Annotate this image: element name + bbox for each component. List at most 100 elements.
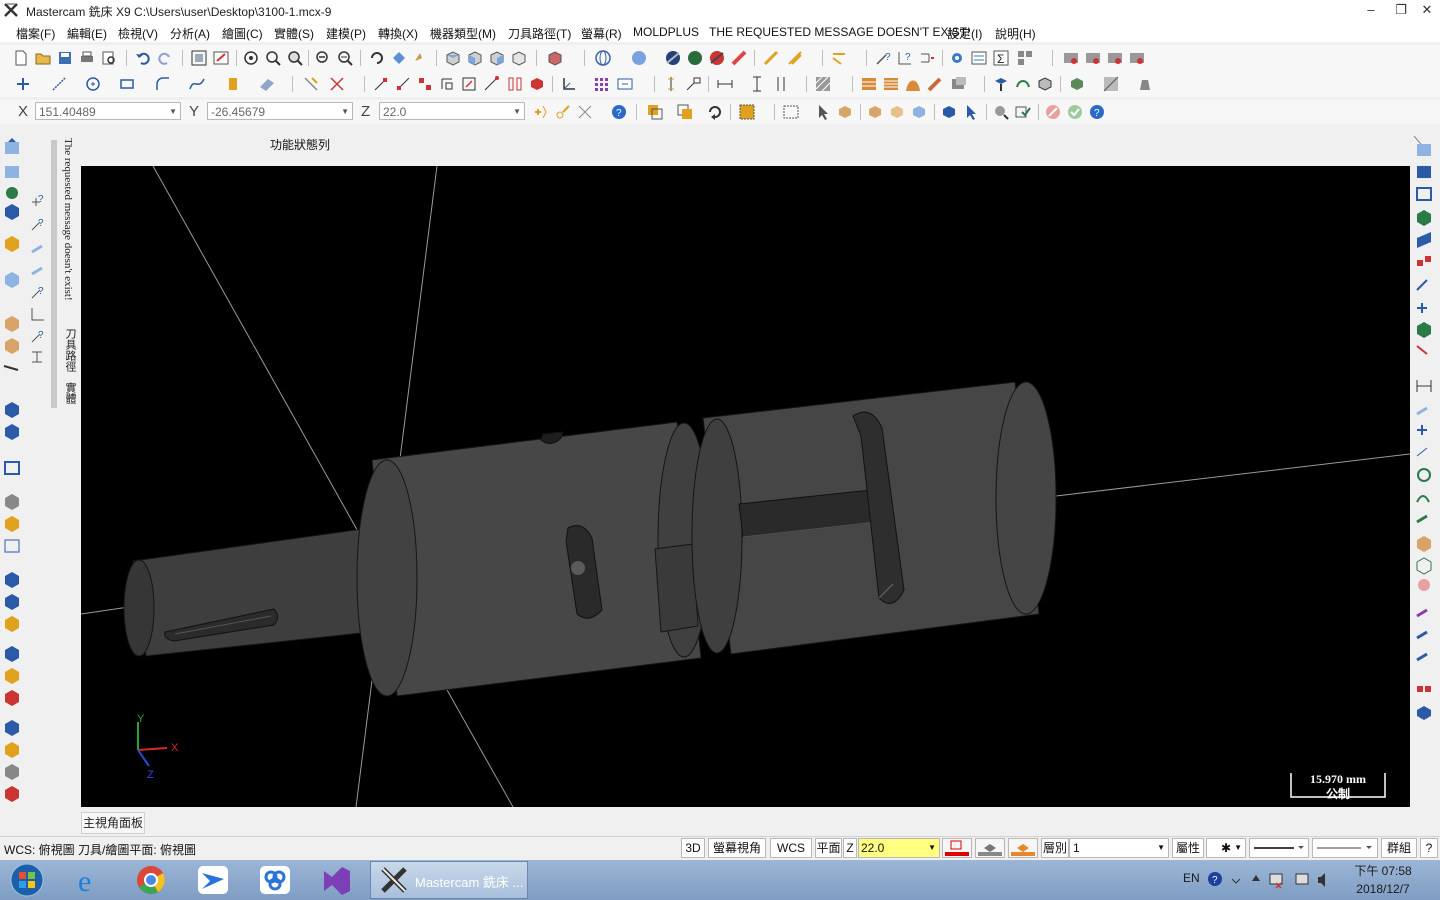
line-style-select[interactable] <box>1249 838 1309 858</box>
analyze-entity-icon[interactable]: ? <box>874 49 892 67</box>
menu-edit[interactable]: 編輯(E) <box>67 25 107 42</box>
dimension-note-icon[interactable] <box>684 75 702 93</box>
print-icon[interactable] <box>78 49 96 67</box>
stock-setup-icon[interactable] <box>1068 75 1086 93</box>
solid-face-icon[interactable] <box>866 103 884 121</box>
chrome-taskbar-button[interactable] <box>126 863 176 897</box>
view-top-icon[interactable] <box>444 49 462 67</box>
solid-layer-icon[interactable] <box>950 75 968 93</box>
save-icon[interactable] <box>56 49 74 67</box>
dimension-vertical-icon[interactable] <box>662 75 680 93</box>
machine-def-icon[interactable] <box>1062 49 1080 67</box>
new-file-icon[interactable] <box>12 49 30 67</box>
check-tool-icon[interactable] <box>830 49 848 67</box>
autocursor-icon[interactable] <box>554 103 572 121</box>
fit-icon[interactable] <box>190 49 208 67</box>
dimension-parallel-icon[interactable] <box>772 75 790 93</box>
grid-layout-icon[interactable] <box>1016 49 1034 67</box>
wcs-button[interactable]: WCS <box>770 838 812 858</box>
xform-project-icon[interactable] <box>528 75 546 93</box>
snap-x-icon[interactable] <box>576 103 594 121</box>
select-window-icon[interactable] <box>676 103 694 121</box>
solid-body-icon[interactable] <box>910 103 928 121</box>
line-tool-2-icon[interactable] <box>786 49 804 67</box>
analyze-distance-icon[interactable]: ? <box>896 49 914 67</box>
undo-icon[interactable] <box>134 49 152 67</box>
shaded-sphere-icon[interactable] <box>630 49 648 67</box>
select-chain-icon[interactable] <box>646 103 664 121</box>
pattern-grid-icon[interactable] <box>592 75 610 93</box>
settings-gear-icon[interactable] <box>948 49 966 67</box>
shading-icon[interactable] <box>546 49 564 67</box>
view-iso-icon[interactable] <box>510 49 528 67</box>
spline-icon[interactable] <box>188 75 206 93</box>
tab-missing-message[interactable]: The requested message doesn't exist! <box>62 138 74 301</box>
wireframe-sphere-icon[interactable] <box>594 49 612 67</box>
3d-button[interactable]: 3D <box>681 838 705 858</box>
select-box-icon[interactable] <box>782 103 800 121</box>
view-right-icon[interactable] <box>488 49 506 67</box>
select-all-icon[interactable] <box>738 103 756 121</box>
verify-check-icon[interactable] <box>1014 103 1032 121</box>
menu-settings[interactable]: 設定(I) <box>947 25 982 42</box>
machine-def-3-icon[interactable] <box>1106 49 1124 67</box>
layer-label[interactable]: 層別 <box>1041 838 1069 858</box>
view-front-icon[interactable] <box>466 49 484 67</box>
line-icon[interactable] <box>50 75 68 93</box>
refresh-icon[interactable] <box>706 103 724 121</box>
solid-edge-icon[interactable] <box>888 103 906 121</box>
menu-toolpaths[interactable]: 刀具路徑(T) <box>508 25 571 42</box>
layer-field[interactable]: 1 ▼ <box>1069 838 1169 858</box>
trim-icon[interactable] <box>302 75 320 93</box>
redo-icon[interactable] <box>156 49 174 67</box>
z-coordinate-input[interactable]: 22.0 ▼ <box>379 102 525 120</box>
cylinder-icon[interactable] <box>224 75 242 93</box>
xform-scale-icon[interactable] <box>460 75 478 93</box>
menu-moldplus[interactable]: MOLDPLUS <box>633 25 699 39</box>
view-sheet-icon[interactable] <box>616 75 634 93</box>
minimize-button[interactable]: – <box>1356 0 1386 22</box>
x-coordinate-input[interactable]: 151.40489 ▼ <box>35 102 181 120</box>
plane-button[interactable]: 平面 <box>815 838 842 858</box>
screen-view-button[interactable]: 螢幕視角 <box>708 838 766 858</box>
baidu-taskbar-button[interactable] <box>250 863 300 897</box>
shade-mode-2-icon[interactable] <box>686 49 704 67</box>
taskbar-clock[interactable]: 下午 07:58 2018/12/7 <box>1348 862 1418 898</box>
menu-file[interactable]: 檔案(F) <box>16 25 55 42</box>
y-coordinate-input[interactable]: -26.45679 ▼ <box>207 102 353 120</box>
attributes-button[interactable]: 屬性 <box>1172 838 1204 858</box>
language-indicator[interactable]: EN <box>1183 871 1200 885</box>
pen-icon[interactable] <box>926 75 944 93</box>
toolpath-pocket-icon[interactable] <box>1036 75 1054 93</box>
menu-analyze[interactable]: 分析(A) <box>170 25 210 42</box>
menu-model[interactable]: 建模(P) <box>326 25 366 42</box>
menu-xform[interactable]: 轉換(X) <box>378 25 418 42</box>
delete-x-icon[interactable] <box>328 75 346 93</box>
help-circle-icon[interactable]: ? <box>610 103 628 121</box>
surface-shape-icon[interactable] <box>904 75 922 93</box>
rotate-icon[interactable] <box>368 49 386 67</box>
help-circle-2-icon[interactable]: ? <box>1088 103 1106 121</box>
main-view-panel-tab[interactable]: 主視角面板 <box>81 812 145 834</box>
menu-help[interactable]: 說明(H) <box>995 25 1036 42</box>
dimension-horizontal-icon[interactable] <box>716 75 734 93</box>
menu-create[interactable]: 繪圖(C) <box>222 25 263 42</box>
rectangle-icon[interactable] <box>118 75 136 93</box>
zoom-target-icon[interactable] <box>264 49 282 67</box>
xform-translate-icon[interactable] <box>372 75 390 93</box>
shade-mode-4-icon[interactable] <box>730 49 748 67</box>
xform-array-icon[interactable] <box>506 75 524 93</box>
verify-icon[interactable] <box>1102 75 1120 93</box>
fillet-icon[interactable] <box>154 75 172 93</box>
dynamic-rotate-icon[interactable] <box>390 49 408 67</box>
verify-select-icon[interactable] <box>962 103 980 121</box>
line-width-select[interactable] <box>1312 838 1378 858</box>
mastercam-taskbar-button[interactable]: Mastercam 銑床 ... <box>370 861 528 899</box>
menu-view[interactable]: 檢視(V) <box>118 25 158 42</box>
screen-stats-icon[interactable] <box>970 49 988 67</box>
layer-plane-icon[interactable] <box>860 75 878 93</box>
close-button[interactable]: ✕ <box>1412 0 1440 22</box>
graphics-viewport[interactable]: Y X Z <box>81 166 1410 807</box>
line-tool-icon[interactable] <box>762 49 780 67</box>
sigma-icon[interactable]: Σ <box>992 49 1010 67</box>
